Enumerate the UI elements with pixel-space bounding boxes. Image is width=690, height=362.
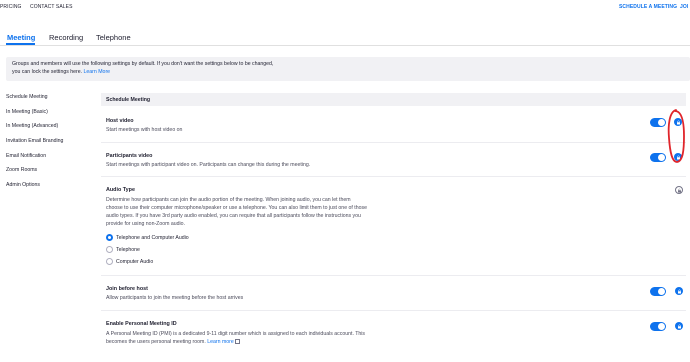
pmi-lock-icon[interactable] (675, 322, 683, 330)
pmi-learn-more-link[interactable]: Learn more (207, 339, 234, 345)
sidebar-item-admin-options[interactable]: Admin Options (6, 182, 40, 188)
tab-meeting[interactable]: Meeting (7, 33, 35, 42)
audio-option-label: Telephone and Computer Audio (116, 234, 189, 241)
pmi-title: Enable Personal Meeting ID (106, 321, 177, 327)
notice-text-line2: you can lock the settings here. Learn Mo… (12, 69, 110, 76)
divider (101, 310, 686, 311)
participants-video-description: Start meetings with participant video on… (106, 162, 311, 168)
sidebar-item-in-meeting-basic[interactable]: In Meeting (Basic) (6, 109, 48, 115)
audio-option-label: Telephone (116, 246, 140, 253)
participants-video-toggle[interactable] (650, 153, 666, 162)
audio-type-description-line4: provide for using non-Zoom audio. (106, 221, 186, 227)
join-before-host-title: Join before host (106, 286, 148, 292)
divider (101, 176, 686, 177)
nav-pricing-link[interactable]: PRICING (0, 4, 22, 10)
sidebar-item-in-meeting-advanced[interactable]: In Meeting (Advanced) (6, 123, 58, 129)
settings-tabs: Meeting Recording Telephone (0, 26, 690, 46)
host-video-description: Start meetings with host video on (106, 127, 183, 133)
host-video-lock-icon[interactable] (674, 118, 682, 126)
audio-type-unlock-icon[interactable] (675, 186, 683, 194)
pmi-toggle[interactable] (650, 322, 666, 331)
participants-video-title: Participants video (106, 153, 153, 159)
sidebar-item-zoom-rooms[interactable]: Zoom Rooms (6, 167, 37, 173)
sidebar-item-invitation-email-branding[interactable]: Invitation Email Branding (6, 138, 63, 144)
sidebar-item-schedule-meeting[interactable]: Schedule Meeting (6, 94, 48, 100)
join-before-host-toggle[interactable] (650, 287, 666, 296)
external-link-icon (235, 339, 241, 345)
sidebar-item-email-notification[interactable]: Email Notification (6, 153, 46, 159)
join-before-host-lock-icon[interactable] (675, 287, 683, 295)
join-before-host-description: Allow participants to join the meeting b… (106, 295, 244, 301)
pmi-description-line1: A Personal Meeting ID (PMI) is a dedicat… (106, 331, 366, 337)
section-title: Schedule Meeting (106, 96, 151, 103)
host-video-toggle[interactable] (650, 118, 666, 127)
radio-button[interactable] (106, 258, 113, 265)
nav-schedule-meeting-link[interactable]: SCHEDULE A MEETING (619, 4, 677, 10)
active-tab-indicator (6, 43, 35, 45)
notice-learn-more-link[interactable]: Learn More (84, 69, 111, 75)
audio-type-description-line3: audio types. If you have 3rd party audio… (106, 213, 361, 219)
notice-text-line2-body: you can lock the settings here. (12, 69, 83, 75)
notice-text-line1: Groups and members will use the followin… (12, 61, 274, 67)
host-video-title: Host video (106, 118, 134, 124)
participants-video-lock-icon[interactable] (674, 153, 682, 161)
divider (101, 275, 686, 276)
audio-option-label: Computer Audio (116, 258, 154, 265)
tab-recording[interactable]: Recording (49, 33, 83, 42)
audio-type-title: Audio Type (106, 187, 135, 193)
pmi-description-line2: becomes the users personal meeting room.… (106, 338, 241, 346)
audio-type-description-line1: Determine how participants can join the … (106, 197, 351, 203)
nav-contact-sales-link[interactable]: CONTACT SALES (30, 4, 73, 10)
section-header-schedule-meeting: Schedule Meeting (101, 93, 686, 106)
settings-notice-banner: Groups and members will use the followin… (6, 57, 690, 81)
tab-telephone[interactable]: Telephone (96, 33, 131, 42)
divider (101, 142, 686, 143)
radio-button[interactable] (106, 246, 113, 253)
nav-join-link[interactable]: JOI (680, 4, 688, 10)
radio-button-selected[interactable] (106, 234, 113, 241)
top-nav: PRICING CONTACT SALES SCHEDULE A MEETING… (0, 0, 690, 16)
pmi-description-line2-body: becomes the users personal meeting room. (106, 339, 206, 345)
audio-type-description-line2: choose to use their computer microphone/… (106, 205, 367, 211)
